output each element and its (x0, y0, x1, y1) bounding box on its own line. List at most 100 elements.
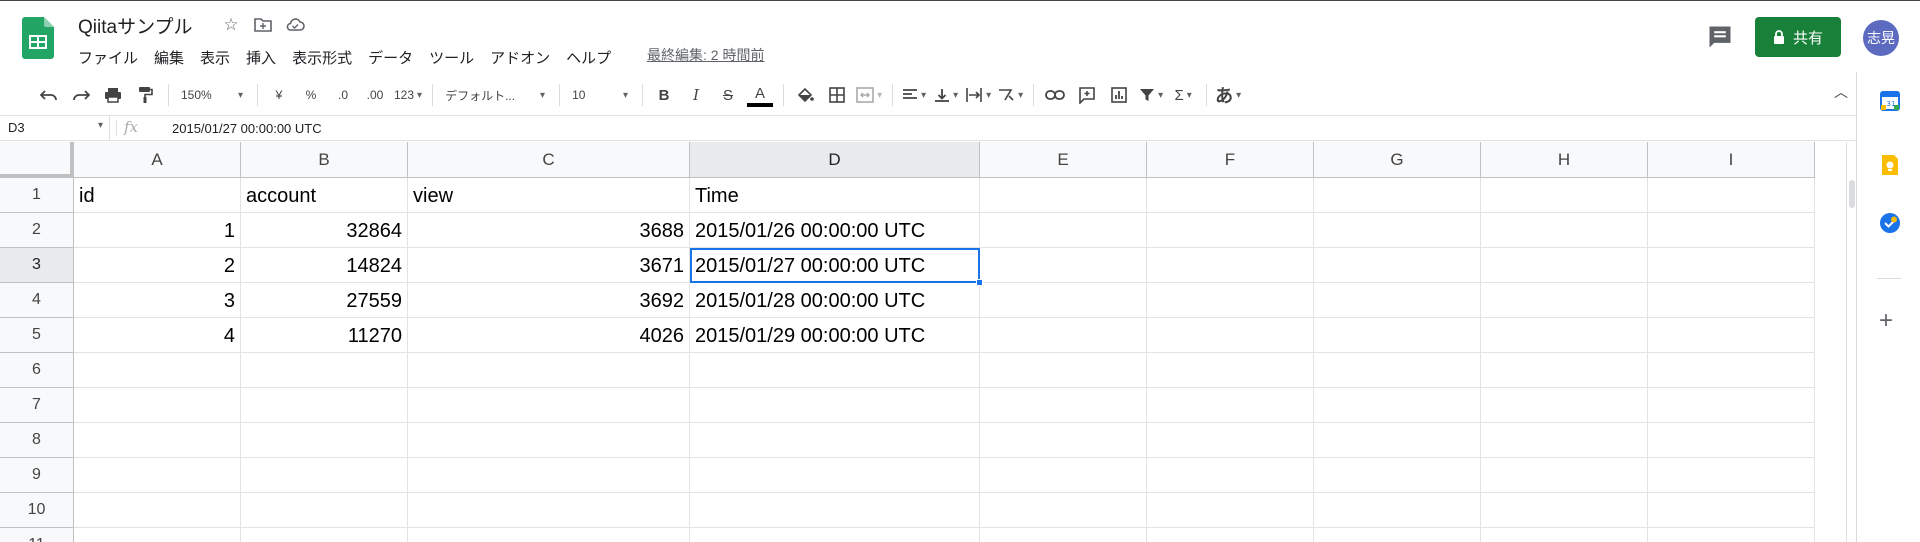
get-addons-icon[interactable]: + (1879, 309, 1893, 333)
cell-i11[interactable] (1648, 528, 1815, 542)
cell-d4[interactable]: 2015/01/28 00:00:00 UTC (690, 283, 980, 318)
cell-i8[interactable] (1648, 423, 1815, 458)
cell-f5[interactable] (1147, 318, 1314, 353)
cell-a2[interactable]: 1 (74, 213, 241, 248)
cell-h11[interactable] (1481, 528, 1648, 542)
row-header-3[interactable]: 3 (0, 248, 74, 283)
undo-icon[interactable] (36, 82, 62, 108)
column-header-c[interactable]: C (408, 142, 690, 178)
cell-i4[interactable] (1648, 283, 1815, 318)
tasks-icon[interactable] (1879, 212, 1901, 234)
print-icon[interactable] (100, 82, 126, 108)
select-all-corner[interactable] (0, 142, 74, 178)
cell-f1[interactable] (1147, 178, 1314, 213)
cell-b10[interactable] (241, 493, 408, 528)
cell-b2[interactable]: 32864 (241, 213, 408, 248)
row-header-10[interactable]: 10 (0, 493, 74, 528)
row-header-2[interactable]: 2 (0, 213, 74, 248)
cell-f3[interactable] (1147, 248, 1314, 283)
comment-history-icon[interactable] (1706, 23, 1734, 51)
cell-a3[interactable]: 2 (74, 248, 241, 283)
menu-view[interactable]: 表示 (192, 45, 238, 70)
menu-edit[interactable]: 編集 (146, 45, 192, 70)
column-header-f[interactable]: F (1147, 142, 1314, 178)
cell-d2[interactable]: 2015/01/26 00:00:00 UTC (690, 213, 980, 248)
cloud-status-icon[interactable] (284, 14, 306, 36)
sheet-grid[interactable]: A B C D E F G H I 1 id account view Time 2 1 32864 3688 20… (0, 142, 1846, 542)
cell-c6[interactable] (408, 353, 690, 388)
row-header-8[interactable]: 8 (0, 423, 74, 458)
cell-f6[interactable] (1147, 353, 1314, 388)
redo-icon[interactable] (68, 82, 94, 108)
cell-f7[interactable] (1147, 388, 1314, 423)
cell-c7[interactable] (408, 388, 690, 423)
cell-c4[interactable]: 3692 (408, 283, 690, 318)
cell-h9[interactable] (1481, 458, 1648, 493)
menu-data[interactable]: データ (360, 45, 421, 70)
cell-g8[interactable] (1314, 423, 1481, 458)
font-size-select[interactable]: 10 (568, 82, 632, 108)
cell-e7[interactable] (980, 388, 1147, 423)
cell-e8[interactable] (980, 423, 1147, 458)
text-wrapping-icon[interactable] (965, 82, 991, 108)
cell-a10[interactable] (74, 493, 241, 528)
cell-c5[interactable]: 4026 (408, 318, 690, 353)
cell-h1[interactable] (1481, 178, 1648, 213)
insert-comment-icon[interactable] (1074, 82, 1100, 108)
cell-b11[interactable] (241, 528, 408, 542)
cell-c3[interactable]: 3671 (408, 248, 690, 283)
cell-e4[interactable] (980, 283, 1147, 318)
cell-h3[interactable] (1481, 248, 1648, 283)
cell-b1[interactable]: account (241, 178, 408, 213)
cell-d10[interactable] (690, 493, 980, 528)
cell-g3[interactable] (1314, 248, 1481, 283)
menu-format[interactable]: 表示形式 (284, 45, 360, 70)
avatar[interactable]: 志晃 (1863, 20, 1899, 56)
last-edit-link[interactable]: 最終編集: 2 時間前 (647, 45, 764, 65)
cell-d7[interactable] (690, 388, 980, 423)
menu-file[interactable]: ファイル (70, 45, 146, 70)
cell-h8[interactable] (1481, 423, 1648, 458)
cell-d6[interactable] (690, 353, 980, 388)
column-header-g[interactable]: G (1314, 142, 1481, 178)
cell-g1[interactable] (1314, 178, 1481, 213)
column-header-b[interactable]: B (241, 142, 408, 178)
cell-f9[interactable] (1147, 458, 1314, 493)
cell-f4[interactable] (1147, 283, 1314, 318)
cell-a9[interactable] (74, 458, 241, 493)
scrollbar-thumb[interactable] (1849, 180, 1855, 208)
cell-f8[interactable] (1147, 423, 1314, 458)
cell-g6[interactable] (1314, 353, 1481, 388)
cell-c2[interactable]: 3688 (408, 213, 690, 248)
vertical-align-icon[interactable] (933, 82, 959, 108)
cell-d1[interactable]: Time (690, 178, 980, 213)
cell-a7[interactable] (74, 388, 241, 423)
menu-addons[interactable]: アドオン (482, 45, 558, 70)
cell-c9[interactable] (408, 458, 690, 493)
cell-a5[interactable]: 4 (74, 318, 241, 353)
formula-input[interactable]: 2015/01/27 00:00:00 UTC (172, 121, 322, 136)
menu-help[interactable]: ヘルプ (558, 45, 619, 70)
sheets-logo-icon[interactable] (22, 17, 54, 59)
insert-link-icon[interactable] (1042, 82, 1068, 108)
cell-e2[interactable] (980, 213, 1147, 248)
cell-d8[interactable] (690, 423, 980, 458)
percent-format-button[interactable]: % (298, 82, 324, 108)
cell-c1[interactable]: view (408, 178, 690, 213)
cell-d11[interactable] (690, 528, 980, 542)
row-header-9[interactable]: 9 (0, 458, 74, 493)
column-header-e[interactable]: E (980, 142, 1147, 178)
column-header-d[interactable]: D (690, 142, 980, 178)
cell-e11[interactable] (980, 528, 1147, 542)
bold-button[interactable]: B (651, 82, 677, 108)
merge-cells-icon[interactable] (856, 82, 882, 108)
cell-g9[interactable] (1314, 458, 1481, 493)
star-icon[interactable]: ☆ (220, 14, 242, 36)
borders-icon[interactable] (824, 82, 850, 108)
decrease-decimal-button[interactable]: .0 (330, 82, 356, 108)
cell-g5[interactable] (1314, 318, 1481, 353)
cell-i3[interactable] (1648, 248, 1815, 283)
calendar-icon[interactable]: 31 (1879, 90, 1901, 112)
cell-d9[interactable] (690, 458, 980, 493)
cell-i1[interactable] (1648, 178, 1815, 213)
